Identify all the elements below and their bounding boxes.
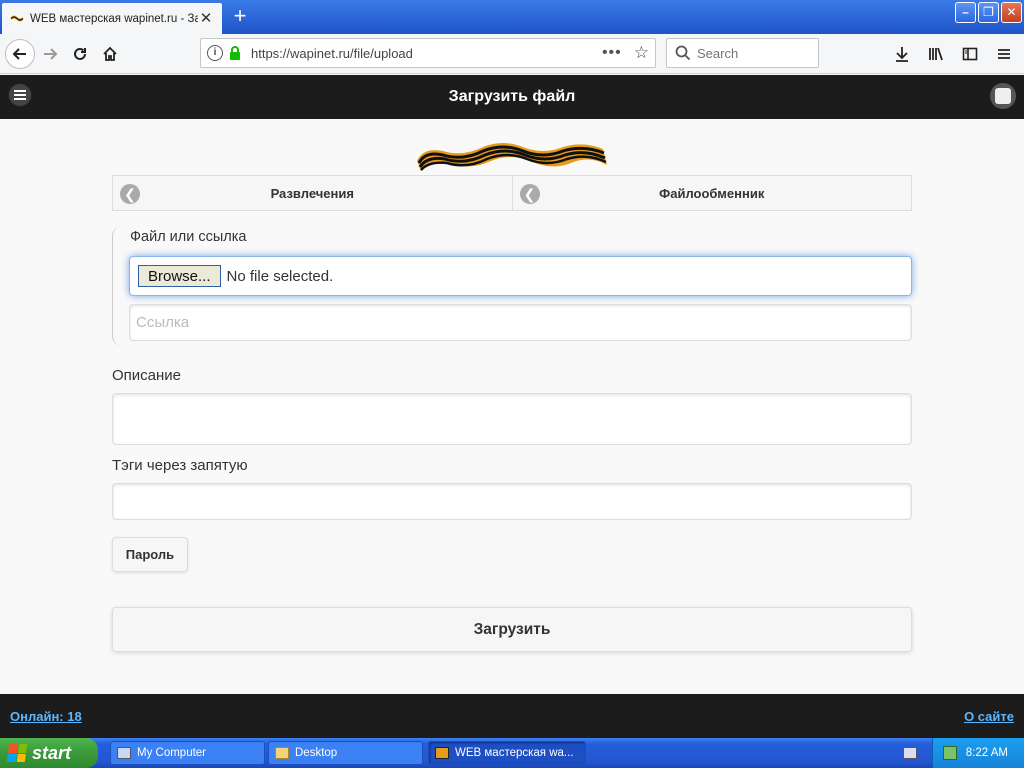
- task-label: My Computer: [137, 747, 207, 759]
- upload-submit-button[interactable]: Загрузить: [112, 607, 912, 652]
- tab-close-icon[interactable]: ✕: [198, 10, 214, 27]
- search-bar[interactable]: [666, 38, 819, 68]
- taskbar-item-browser[interactable]: WEB мастерская wa...: [428, 741, 586, 765]
- minimize-button[interactable]: –: [955, 2, 976, 23]
- start-button[interactable]: start: [0, 738, 98, 768]
- taskbar-item-my-computer[interactable]: My Computer: [110, 741, 265, 765]
- st-george-ribbon-logo: [417, 143, 607, 171]
- close-window-button[interactable]: ✕: [1001, 2, 1022, 23]
- home-icon[interactable]: [95, 39, 125, 69]
- bookmark-star-icon[interactable]: ☆: [634, 43, 649, 63]
- back-icon[interactable]: [5, 38, 35, 69]
- site-favicon-icon: [10, 12, 24, 26]
- tab-title: WEB мастерская wapinet.ru - Заг: [30, 12, 198, 25]
- description-label: Описание: [112, 367, 182, 384]
- tags-label: Тэги через запятую: [112, 457, 248, 474]
- breadcrumb-label: Файлообменник: [659, 185, 765, 201]
- file-or-link-legend: Файл или ссылка: [130, 229, 251, 245]
- system-tray: 8:22 AM: [932, 738, 1024, 768]
- file-input[interactable]: Browse... No file selected.: [129, 256, 912, 296]
- site-header: Загрузить файл: [0, 75, 1024, 119]
- windows-logo-icon: [6, 744, 28, 762]
- browse-button[interactable]: Browse...: [138, 265, 221, 287]
- description-textarea[interactable]: [112, 393, 912, 445]
- lock-icon[interactable]: [229, 46, 243, 60]
- computer-icon: [117, 747, 131, 759]
- link-input[interactable]: [129, 304, 912, 341]
- browser-titlebar: WEB мастерская wapinet.ru - Заг ✕ + – ❐ …: [0, 0, 1024, 34]
- file-status-text: No file selected.: [226, 267, 334, 285]
- breadcrumb-item-entertainment[interactable]: ❮ Развлечения: [112, 175, 513, 211]
- page-actions-icon[interactable]: •••: [602, 44, 622, 62]
- task-label: Desktop: [295, 747, 338, 759]
- library-icon[interactable]: [920, 39, 952, 69]
- download-icon[interactable]: [886, 39, 918, 69]
- task-label: WEB мастерская wa...: [455, 747, 574, 759]
- info-icon[interactable]: i: [207, 45, 223, 61]
- site-footer: Онлайн: 18 О сайте: [0, 694, 1024, 738]
- breadcrumb-item-file-exchange[interactable]: ❮ Файлообменник: [512, 175, 912, 211]
- online-count-link[interactable]: Онлайн: 18: [10, 709, 82, 724]
- password-button[interactable]: Пароль: [112, 537, 188, 572]
- browser-icon: [435, 747, 449, 759]
- search-icon: [675, 45, 691, 61]
- taskbar: start My Computer Desktop WEB мастерская…: [0, 738, 1024, 768]
- arrow-left-icon: ❮: [120, 184, 140, 204]
- restore-button[interactable]: ❐: [978, 2, 999, 23]
- new-tab-button[interactable]: +: [228, 5, 252, 29]
- browser-tab[interactable]: WEB мастерская wapinet.ru - Заг ✕: [2, 3, 222, 34]
- breadcrumb: ❮ Развлечения ❮ Файлообменник: [112, 175, 912, 211]
- network-icon[interactable]: [943, 746, 957, 760]
- start-label: start: [32, 742, 72, 763]
- clock[interactable]: 8:22 AM: [966, 747, 1008, 759]
- arrow-left-icon: ❮: [519, 184, 540, 204]
- overflow-icon[interactable]: [988, 39, 1020, 69]
- keyboard-icon[interactable]: [903, 747, 917, 759]
- url-bar[interactable]: i https://wapinet.ru/file/upload ••• ☆: [200, 38, 656, 68]
- url-text[interactable]: https://wapinet.ru/file/upload: [251, 46, 602, 61]
- tags-input[interactable]: [112, 483, 912, 520]
- about-link[interactable]: О сайте: [964, 709, 1014, 724]
- search-input[interactable]: [697, 45, 807, 61]
- reload-icon[interactable]: [65, 39, 95, 69]
- user-icon[interactable]: [990, 83, 1016, 109]
- folder-icon: [275, 747, 289, 759]
- taskbar-item-desktop[interactable]: Desktop: [268, 741, 423, 765]
- sidebar-icon[interactable]: [954, 39, 986, 69]
- page-title: Загрузить файл: [448, 88, 576, 105]
- breadcrumb-label: Развлечения: [270, 185, 354, 201]
- forward-icon[interactable]: [35, 39, 65, 69]
